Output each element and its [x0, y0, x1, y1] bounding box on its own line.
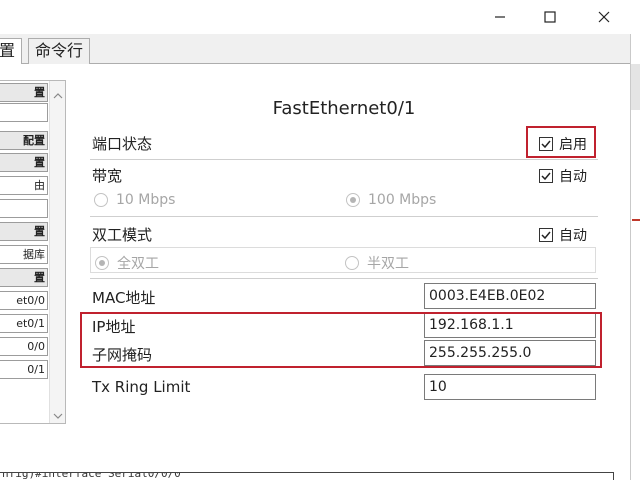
edge-red-line	[632, 219, 640, 221]
tx-ring-label: Tx Ring Limit	[92, 378, 191, 396]
sidebar-item[interactable]: 0/0	[0, 337, 48, 356]
chevron-up-icon[interactable]	[52, 87, 64, 99]
radio-off-icon	[345, 256, 359, 270]
tab-cli[interactable]: 命令行	[28, 38, 91, 64]
minimize-icon[interactable]	[486, 4, 514, 30]
tab-config[interactable]: 置	[0, 38, 23, 65]
sidebar-item[interactable]: 由	[0, 176, 48, 195]
app-window: 置 命令行 置 配置 置 由 置 据库 置 et0/0 et0/1 0/0 0/…	[0, 0, 640, 480]
console-output[interactable]: nfig)#interface Serial0/0/0	[0, 472, 614, 480]
duplex-auto-label: 自动	[559, 228, 587, 244]
bandwidth-auto-label: 自动	[559, 169, 587, 185]
mac-field[interactable]: 0003.E4EB.0E02	[424, 283, 596, 309]
radio-half-duplex-label: 半双工	[367, 256, 409, 272]
sidebar-item[interactable]: 置	[0, 268, 48, 287]
radio-10mbps-label: 10 Mbps	[116, 192, 176, 208]
mac-label: MAC地址	[92, 289, 156, 307]
divider	[90, 216, 598, 217]
sidebar-item[interactable]: 配置	[0, 131, 48, 150]
checkbox-checked-icon	[539, 169, 553, 183]
sidebar-list: 置 配置 置 由 置 据库 置 et0/0 et0/1 0/0 0/1	[0, 80, 66, 424]
bandwidth-label: 带宽	[92, 167, 123, 185]
divider	[90, 278, 598, 279]
radio-10mbps[interactable]: 10 Mbps	[94, 192, 175, 208]
radio-on-icon	[346, 193, 360, 207]
highlight-port-status	[526, 126, 596, 158]
sidebar-item[interactable]: 据库	[0, 245, 48, 264]
radio-off-icon	[94, 193, 108, 207]
highlight-ip-mask	[80, 312, 602, 368]
edge-band	[631, 64, 640, 110]
radio-on-icon	[95, 256, 109, 270]
sidebar-item[interactable]	[0, 199, 48, 218]
chevron-down-icon[interactable]	[52, 407, 64, 419]
interface-title: FastEthernet0/1	[272, 98, 416, 119]
adjacent-window-edge	[630, 34, 640, 480]
radio-100mbps[interactable]: 100 Mbps	[346, 192, 436, 208]
tab-config-label: 置	[0, 41, 16, 60]
checkbox-checked-icon	[539, 228, 553, 242]
tx-ring-field[interactable]: 10	[424, 374, 596, 400]
sidebar-item[interactable]: et0/0	[0, 291, 48, 310]
close-icon[interactable]	[590, 4, 618, 30]
port-status-label: 端口状态	[92, 135, 153, 153]
sidebar-scrollbar[interactable]	[49, 81, 65, 423]
radio-full-duplex-label: 全双工	[117, 256, 159, 272]
console-line: nfig)#interface Serial0/0/0	[2, 472, 181, 480]
radio-100mbps-label: 100 Mbps	[368, 192, 437, 208]
title-bar	[0, 0, 640, 34]
bandwidth-auto-checkbox[interactable]: 自动	[539, 166, 587, 186]
duplex-label: 双工模式	[92, 226, 153, 244]
sidebar-item[interactable]: 置	[0, 83, 48, 102]
sidebar-item[interactable]: 置	[0, 222, 48, 241]
sidebar-item[interactable]: 置	[0, 153, 48, 172]
tab-cli-label: 命令行	[35, 41, 84, 60]
divider	[90, 159, 598, 160]
sidebar-item[interactable]: 0/1	[0, 360, 48, 379]
maximize-icon[interactable]	[536, 4, 564, 30]
radio-half-duplex[interactable]: 半双工	[345, 253, 409, 273]
radio-full-duplex[interactable]: 全双工	[95, 253, 159, 273]
sidebar-item[interactable]	[0, 103, 48, 122]
duplex-auto-checkbox[interactable]: 自动	[539, 225, 587, 245]
sidebar-item[interactable]: et0/1	[0, 314, 48, 333]
tab-bar: 置 命令行	[0, 34, 630, 65]
duplex-options: 全双工 半双工	[90, 247, 596, 273]
